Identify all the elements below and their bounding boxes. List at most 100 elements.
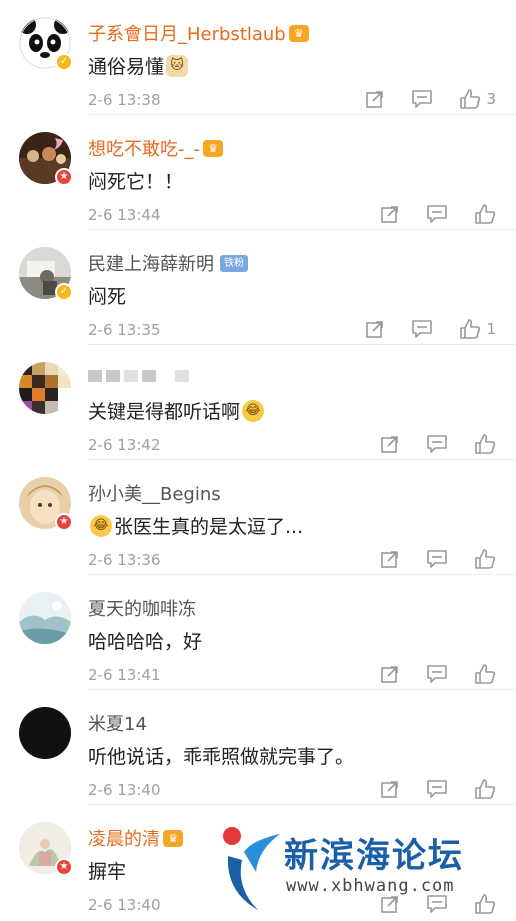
share-button[interactable]: [365, 89, 385, 109]
share-button[interactable]: [380, 434, 400, 454]
comment-text-content: 张医生真的是太逗了...: [114, 516, 304, 538]
comment-time: 2-6 13:41: [88, 666, 161, 684]
comment-time: 2-6 13:44: [88, 206, 161, 224]
share-icon: [380, 549, 400, 569]
like-button[interactable]: [474, 548, 496, 570]
username-text: 孙小美__Begins: [88, 484, 221, 505]
like-icon: [474, 203, 496, 225]
avatar[interactable]: ✓: [19, 17, 73, 71]
comment-item[interactable]: 夏天的咖啡冻 哈哈哈哈，好 2-6 13:41: [0, 575, 516, 690]
share-button[interactable]: [365, 319, 385, 339]
comment-time: 2-6 13:40: [88, 781, 161, 799]
username-text: 凌晨的清: [88, 829, 160, 850]
share-button[interactable]: [380, 549, 400, 569]
username[interactable]: 米夏14: [88, 710, 147, 736]
comment-actions: [380, 891, 496, 917]
member-badge-icon: ★: [55, 858, 73, 876]
avatar[interactable]: [19, 592, 71, 644]
comment-actions: [380, 201, 496, 227]
share-button[interactable]: [380, 664, 400, 684]
share-icon: [380, 894, 400, 914]
comment-time: 2-6 13:38: [88, 91, 161, 109]
like-icon: [474, 778, 496, 800]
comment-icon: [426, 664, 448, 684]
like-count: 1: [486, 320, 496, 338]
comment-text-content: 摒牢: [88, 861, 127, 883]
laugh-cry-emoji-icon: 😂: [90, 514, 112, 537]
comment-item[interactable]: ★ 想吃不敢吃-_- ♛ 闷死它！！ 2-6 13:44: [0, 115, 516, 230]
reply-button[interactable]: [426, 204, 448, 224]
like-button[interactable]: 1: [459, 318, 496, 340]
comment-time: 2-6 13:35: [88, 321, 161, 339]
username[interactable]: 凌晨的清 ♛: [88, 825, 183, 851]
comment-text-content: 关键是得都听话啊: [88, 401, 241, 423]
reply-button[interactable]: [426, 549, 448, 569]
share-icon: [365, 89, 385, 109]
comment-text: 通俗易懂 🐱: [88, 52, 190, 79]
like-icon: [459, 88, 481, 110]
comment-item[interactable]: ✓ 民建上海薛新明 铁粉闷死 2-6 13:35 1: [0, 230, 516, 345]
share-icon: [365, 319, 385, 339]
comment-text: 听他说话，乖乖照做就完事了。: [88, 742, 354, 769]
comment-text-content: 哈哈哈哈，好: [88, 631, 203, 653]
reply-button[interactable]: [411, 89, 433, 109]
username[interactable]: 夏天的咖啡冻: [88, 595, 196, 621]
like-icon: [459, 318, 481, 340]
comment-actions: [380, 661, 496, 687]
avatar[interactable]: [19, 707, 71, 759]
comment-icon: [426, 549, 448, 569]
comment-text-content: 闷死它！！: [88, 171, 184, 193]
comment-item[interactable]: 米夏14 听他说话，乖乖照做就完事了。 2-6 13:40: [0, 690, 516, 805]
avatar[interactable]: ★: [19, 822, 73, 876]
reply-button[interactable]: [411, 319, 433, 339]
comment-feed: ✓ 子系會日月_Herbstlaub ♛ 通俗易懂 🐱 2-6 13:38 3 ★ 想吃不敢吃-…: [0, 0, 516, 921]
share-button[interactable]: [380, 204, 400, 224]
reply-button[interactable]: [426, 434, 448, 454]
comment-text: 哈哈哈哈，好: [88, 627, 202, 654]
reply-button[interactable]: [426, 894, 448, 914]
comment-item[interactable]: ★ 凌晨的清 ♛ 摒牢 2-6 13:40: [0, 805, 516, 920]
comment-text: 😂 张医生真的是太逗了...: [88, 512, 303, 539]
comment-item[interactable]: ★ 孙小美__Begins 😂 张医生真的是太逗了... 2-6 13:36: [0, 460, 516, 575]
avatar[interactable]: ✓: [19, 247, 73, 301]
share-button[interactable]: [380, 894, 400, 914]
username[interactable]: 孙小美__Begins: [88, 480, 221, 506]
comment-time: 2-6 13:36: [88, 551, 161, 569]
vip-crown-icon: ♛: [163, 829, 183, 847]
comment-actions: [380, 431, 496, 457]
username-text: 子系會日月_Herbstlaub: [88, 24, 286, 45]
username-text: 夏天的咖啡冻: [88, 599, 196, 620]
comment-item[interactable]: 关键是得都听话啊 😂 2-6 13:42: [0, 345, 516, 460]
avatar[interactable]: [19, 362, 71, 414]
username[interactable]: 民建上海薛新明 铁粉: [88, 250, 248, 276]
comment-actions: 1: [365, 316, 496, 342]
like-button[interactable]: [474, 893, 496, 915]
reply-button[interactable]: [426, 779, 448, 799]
like-button[interactable]: [474, 433, 496, 455]
avatar-image: [19, 362, 71, 414]
username[interactable]: 子系會日月_Herbstlaub ♛: [88, 20, 309, 46]
comment-icon: [411, 319, 433, 339]
like-button[interactable]: 3: [459, 88, 496, 110]
like-icon: [474, 663, 496, 685]
username[interactable]: [88, 365, 190, 386]
share-icon: [380, 204, 400, 224]
comment-actions: [380, 776, 496, 802]
comment-item[interactable]: ✓ 子系會日月_Herbstlaub ♛ 通俗易懂 🐱 2-6 13:38 3: [0, 0, 516, 115]
comment-text: 闷死它！！: [88, 167, 183, 194]
avatar[interactable]: ★: [19, 477, 73, 531]
share-button[interactable]: [380, 779, 400, 799]
comment-text: 摒牢: [88, 857, 126, 884]
comment-actions: [380, 546, 496, 572]
like-button[interactable]: [474, 778, 496, 800]
vip-crown-icon: ♛: [203, 139, 223, 157]
comment-text-content: 闷死: [88, 286, 127, 308]
like-button[interactable]: [474, 203, 496, 225]
share-icon: [380, 779, 400, 799]
comment-time: 2-6 13:40: [88, 896, 161, 914]
like-button[interactable]: [474, 663, 496, 685]
comment-actions: 3: [365, 86, 496, 112]
username[interactable]: 想吃不敢吃-_- ♛: [88, 135, 223, 161]
avatar[interactable]: ★: [19, 132, 73, 186]
reply-button[interactable]: [426, 664, 448, 684]
